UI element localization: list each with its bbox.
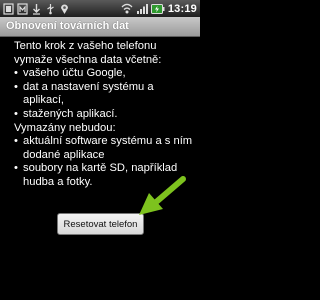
sync-icon — [17, 2, 28, 15]
erase-list: vašeho účtu Google, dat a nastavení syst… — [14, 67, 196, 121]
signal-icon — [136, 3, 148, 14]
arrow-icon — [139, 176, 186, 215]
location-icon — [61, 4, 68, 14]
status-bar: 13:19 — [0, 0, 200, 17]
status-clock: 13:19 — [167, 2, 197, 15]
usb-icon — [47, 3, 54, 14]
notification-icon — [3, 2, 14, 15]
reset-phone-button[interactable]: Resetovat telefon — [57, 213, 144, 235]
keep-heading: Vymazány nebudou: — [14, 121, 116, 134]
page-title: Obnovení továrních dat — [6, 20, 129, 32]
status-indicators: 13:19 — [121, 1, 197, 16]
notification-icons — [3, 2, 70, 15]
dialog-message: Tento krok z vašeho telefonu vymaže všec… — [14, 40, 196, 190]
list-item: dat a nastavení systému a aplikací, — [14, 81, 196, 108]
list-item: vašeho účtu Google, — [14, 67, 196, 81]
alarm-icon — [33, 3, 40, 15]
list-item: aktuální software systému a s ním dodané… — [14, 135, 196, 162]
dialog-title-bar: Obnovení továrních dat — [0, 17, 200, 37]
wifi-icon — [121, 3, 133, 13]
intro-text: Tento krok z vašeho telefonu vymaže všec… — [14, 40, 162, 66]
list-item: stažených aplikací. — [14, 108, 196, 122]
battery-icon — [150, 3, 165, 14]
